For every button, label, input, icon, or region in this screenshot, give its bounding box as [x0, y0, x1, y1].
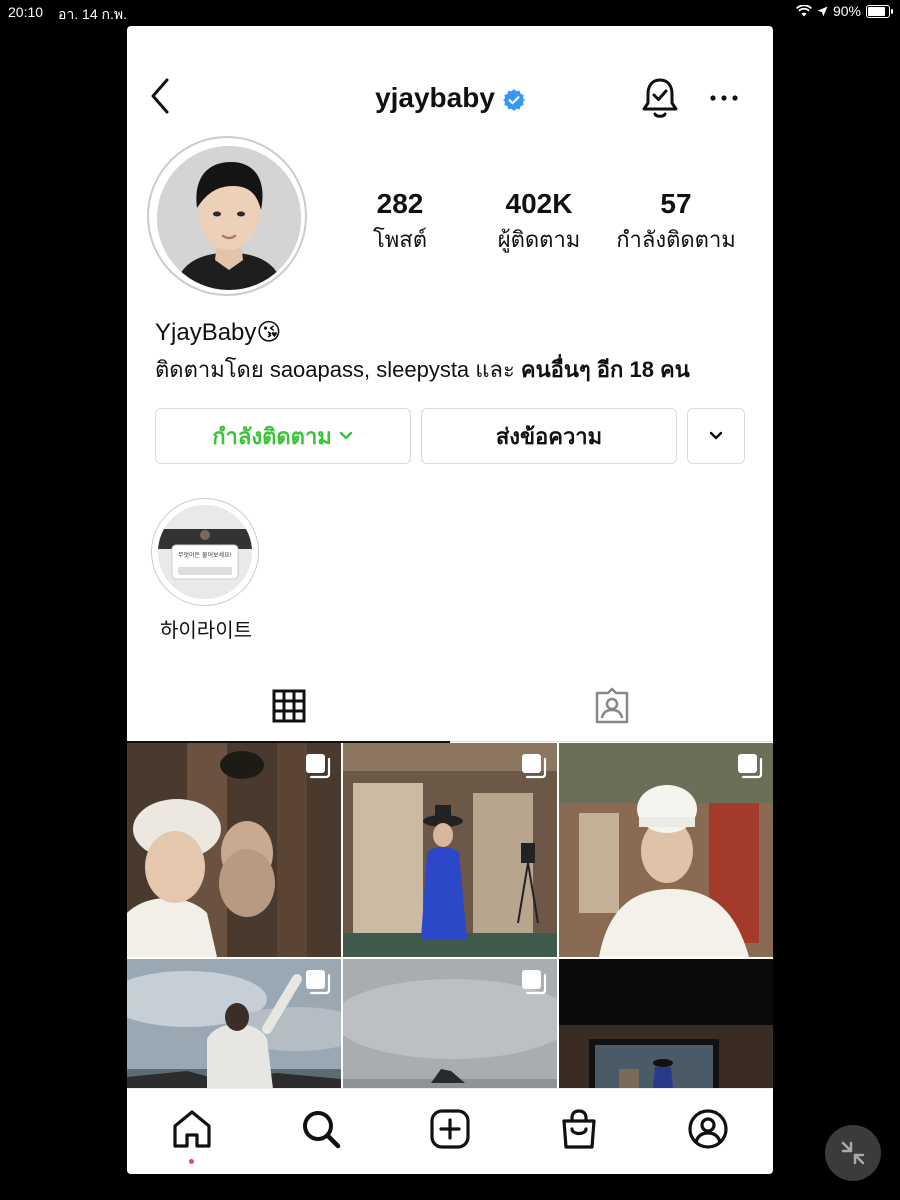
minimize-arrows-icon [841, 1141, 865, 1165]
avatar-photo [157, 146, 301, 290]
battery-percent: 90% [832, 3, 861, 19]
nav-shop[interactable] [557, 1107, 601, 1151]
highlight-thumbnail: 무엇이든 물어보세요! [158, 505, 252, 599]
story-highlight[interactable]: 무엇이든 물어보세요! 하이라이트 [151, 498, 261, 643]
suggested-accounts-button[interactable] [687, 408, 745, 464]
profile-username: yjaybaby [375, 82, 495, 113]
home-activity-dot [189, 1159, 194, 1164]
multiple-posts-icon [306, 970, 331, 995]
post-thumbnail[interactable] [343, 959, 557, 1088]
minimize-floating-button[interactable] [825, 1125, 881, 1181]
highlight-label: 하이라이트 [160, 618, 252, 642]
following-stat[interactable]: 57 กำลังติดตาม [609, 188, 743, 257]
followed-by-text[interactable]: ติดตามโดย saoapass, sleepysta และ คนอื่น… [155, 352, 690, 387]
status-right: 90% [795, 3, 893, 19]
nav-profile[interactable] [686, 1107, 730, 1151]
post-thumbnail[interactable] [127, 959, 341, 1088]
nav-search[interactable] [299, 1107, 343, 1151]
profile-avatar[interactable] [147, 136, 307, 296]
post-thumbnail[interactable] [127, 743, 341, 957]
status-bar: 20:10 อา. 14 ก.พ. 90% [0, 0, 900, 24]
highlight-caption: 무엇이든 물어보세요! [178, 552, 232, 559]
tab-posts-grid[interactable] [127, 671, 450, 743]
nav-home[interactable] [170, 1107, 214, 1151]
posts-count: 282 [376, 188, 424, 219]
post-thumbnail[interactable] [343, 743, 557, 957]
more-horizontal-icon [710, 95, 738, 101]
following-button[interactable]: กำลังติดตาม [155, 408, 411, 464]
posts-grid [127, 743, 773, 1088]
multiple-posts-icon [522, 970, 547, 995]
multiple-posts-icon [306, 754, 331, 779]
followed-by-more: คนอื่นๆ อีก 18 คน [520, 357, 690, 382]
chevron-down-icon [339, 431, 353, 440]
highlight-ring: 무엇이든 물어보세요! [151, 498, 259, 606]
location-icon [817, 6, 828, 16]
posts-stat[interactable]: 282 โพสต์ [355, 188, 445, 257]
following-button-label: กำลังติดตาม [212, 423, 332, 449]
create-icon [430, 1109, 470, 1149]
search-icon [303, 1111, 341, 1149]
following-count: 57 [660, 188, 692, 219]
following-label: กำลังติดตาม [616, 227, 736, 252]
message-button-label: ส่งข้อความ [495, 423, 603, 449]
profile-tabs [127, 671, 773, 743]
followers-label: ผู้ติดตาม [497, 227, 581, 252]
status-time: 20:10 [8, 4, 44, 20]
shop-icon [562, 1109, 596, 1149]
more-options-button[interactable] [709, 88, 739, 108]
bottom-navigation [127, 1088, 773, 1174]
chevron-down-icon [709, 431, 723, 440]
grid-icon [272, 689, 305, 723]
notifications-button[interactable] [640, 76, 680, 120]
post-thumbnail[interactable] [559, 743, 773, 957]
home-icon [173, 1110, 211, 1148]
instagram-profile-window: yjaybaby 282 โพสต์ 402K ผู้ติดตาม 57 กำล… [127, 26, 773, 1174]
nav-create[interactable] [428, 1107, 472, 1151]
posts-label: โพสต์ [372, 227, 428, 252]
bell-check-icon [642, 78, 678, 118]
status-date: อา. 14 ก.พ. [58, 6, 127, 22]
followers-count: 402K [505, 188, 573, 219]
tagged-icon [595, 687, 628, 724]
profile-icon [688, 1109, 728, 1149]
post-thumbnail[interactable] [559, 959, 773, 1088]
tab-tagged[interactable] [450, 671, 773, 741]
multiple-posts-icon [522, 754, 547, 779]
verified-badge-icon [502, 88, 525, 111]
message-button[interactable]: ส่งข้อความ [421, 408, 677, 464]
followed-by-prefix: ติดตามโดย saoapass, sleepysta และ [155, 357, 521, 382]
followers-stat[interactable]: 402K ผู้ติดตาม [477, 188, 601, 257]
profile-display-name: YjayBaby😘 [155, 319, 282, 346]
multiple-posts-icon [738, 754, 763, 779]
wifi-icon [795, 5, 812, 17]
battery-icon [866, 4, 893, 18]
